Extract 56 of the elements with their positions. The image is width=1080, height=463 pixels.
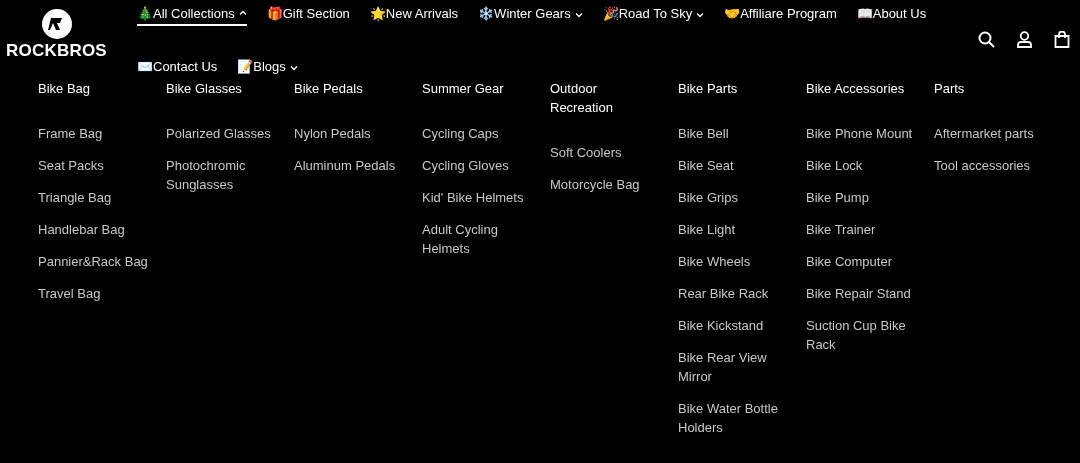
menu-link[interactable]: Pannier&Rack Bag	[38, 252, 150, 271]
logo-text: ROCKBROS	[6, 42, 107, 60]
menu-heading[interactable]: Outdoor Recreation	[550, 79, 662, 117]
menu-heading[interactable]: Bike Pedals	[294, 79, 406, 98]
menu-heading[interactable]: Summer Gear	[422, 79, 534, 98]
nav-link[interactable]: 🎁Gift Section	[266, 4, 350, 26]
menu-link[interactable]: Bike Computer	[806, 252, 918, 271]
menu-heading[interactable]: Bike Accessories	[806, 79, 918, 98]
menu-link[interactable]: Bike Pump	[806, 188, 918, 207]
menu-link[interactable]: Photochromic Sunglasses	[166, 156, 278, 194]
menu-link[interactable]: Kid' Bike Helmets	[422, 188, 534, 207]
menu-link[interactable]: Bike Wheels	[678, 252, 790, 271]
menu-heading[interactable]: Bike Bag	[38, 79, 150, 98]
menu-link[interactable]: Tool accessories	[934, 156, 1046, 175]
menu-heading[interactable]: Parts	[934, 79, 1046, 98]
menu-link[interactable]: Nylon Pedals	[294, 124, 406, 143]
menu-link[interactable]: Triangle Bag	[38, 188, 150, 207]
nav-link[interactable]: 📖About Us	[856, 4, 927, 26]
menu-link[interactable]: Aftermarket parts	[934, 124, 1046, 143]
menu-link[interactable]: Bike Light	[678, 220, 790, 239]
nav-link[interactable]: 🌟New Arrivals	[369, 4, 459, 26]
menu-link[interactable]: Aluminum Pedals	[294, 156, 406, 175]
menu-link[interactable]: Bike Bell	[678, 124, 790, 143]
menu-link[interactable]: Soft Coolers	[550, 143, 662, 162]
menu-link[interactable]: Adult Cycling Helmets	[422, 220, 534, 258]
menu-link[interactable]: Seat Packs	[38, 156, 150, 175]
menu-link[interactable]: Cycling Caps	[422, 124, 534, 143]
menu-link[interactable]: Handlebar Bag	[38, 220, 150, 239]
menu-link[interactable]: Bike Water Bottle Holders	[678, 399, 790, 437]
menu-link[interactable]: Bike Repair Stand	[806, 284, 918, 303]
menu-link[interactable]: Bike Phone Mount	[806, 124, 918, 143]
menu-heading[interactable]: Bike Glasses	[166, 79, 278, 98]
menu-link[interactable]: Bike Trainer	[806, 220, 918, 239]
nav-link[interactable]: 🎄All Collections	[137, 4, 247, 26]
menu-link[interactable]: Suction Cup Bike Rack	[806, 316, 918, 354]
nav-link[interactable]: 📝Blogs	[237, 57, 298, 79]
nav-link[interactable]: ❄Winter Gears	[478, 4, 583, 26]
menu-link[interactable]: Bike Rear View Mirror	[678, 348, 790, 386]
menu-link[interactable]: Bike Seat	[678, 156, 790, 175]
search-icon[interactable]	[978, 31, 995, 48]
menu-link[interactable]: Bike Lock	[806, 156, 918, 175]
logo-icon	[41, 9, 72, 39]
nav-link[interactable]: ✉Contact Us	[137, 57, 218, 79]
nav-link[interactable]: 🤝Affiliare Program	[724, 4, 837, 26]
user-icon[interactable]	[1016, 31, 1033, 48]
menu-link[interactable]: Cycling Gloves	[422, 156, 534, 175]
nav-link[interactable]: 🎉Road To Sky	[602, 4, 705, 26]
menu-link[interactable]: Frame Bag	[38, 124, 150, 143]
menu-link[interactable]: Polarized Glasses	[166, 124, 278, 143]
menu-heading[interactable]: Bike Parts	[678, 79, 790, 98]
shopping-bag-icon[interactable]	[1054, 31, 1070, 48]
menu-link[interactable]: Motorcycle Bag	[550, 175, 662, 194]
menu-link[interactable]: Rear Bike Rack	[678, 284, 790, 303]
menu-link[interactable]: Travel Bag	[38, 284, 150, 303]
menu-link[interactable]: Bike Kickstand	[678, 316, 790, 335]
menu-link[interactable]: Bike Grips	[678, 188, 790, 207]
